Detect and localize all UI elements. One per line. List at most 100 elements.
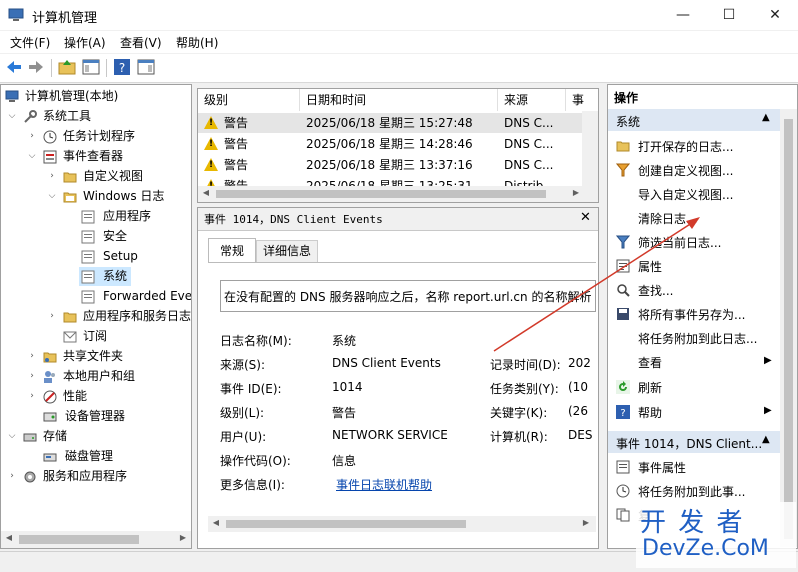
log-icon xyxy=(81,270,95,284)
collapse-up-icon[interactable]: ▲ xyxy=(762,112,770,123)
table-row[interactable]: 警告 2025/06/18 星期三 13:25:31 Distrib... xyxy=(198,176,582,186)
show-action-pane-icon[interactable] xyxy=(137,58,155,76)
action-create-custom-view[interactable]: 创建自定义视图... xyxy=(608,159,780,181)
help-icon: ? xyxy=(616,405,630,419)
menu-view[interactable]: 查看(V) xyxy=(120,34,162,51)
users-icon xyxy=(44,371,55,383)
scroll-thumb[interactable] xyxy=(784,119,793,539)
computer-icon xyxy=(5,90,19,102)
back-arrow-icon[interactable] xyxy=(5,58,23,76)
menu-action[interactable]: 操作(A) xyxy=(64,34,106,51)
chevron-right-icon[interactable]: › xyxy=(27,387,37,406)
source-label: 来源(S): xyxy=(220,358,266,372)
scroll-right-icon[interactable]: ▶ xyxy=(570,188,582,197)
action-refresh[interactable]: 刷新 xyxy=(608,376,780,398)
chevron-right-icon[interactable]: › xyxy=(47,307,57,326)
scroll-thumb[interactable] xyxy=(216,190,546,198)
menu-file[interactable]: 文件(F) xyxy=(10,34,50,51)
submenu-arrow-icon: ▶ xyxy=(764,405,772,416)
chevron-down-icon[interactable]: ⌵ xyxy=(7,427,17,446)
collapse-up-icon[interactable]: ▲ xyxy=(762,434,770,445)
help-icon[interactable]: ? xyxy=(113,58,131,76)
log-icon xyxy=(81,230,95,244)
scroll-thumb[interactable] xyxy=(19,535,139,544)
scroll-left-icon[interactable]: ◀ xyxy=(3,533,15,542)
maximize-button[interactable]: ☐ xyxy=(706,0,752,30)
chevron-down-icon[interactable]: ⌵ xyxy=(47,187,57,206)
tree-system-tools[interactable]: ⌵ 系统工具 xyxy=(7,107,187,126)
warning-icon xyxy=(204,158,218,171)
log-name-label: 日志名称(M): xyxy=(220,334,292,348)
table-row[interactable]: 警告 2025/06/18 星期三 13:37:16 DNS C... xyxy=(198,155,582,175)
annotation-arrow xyxy=(493,217,700,352)
tree-system-log[interactable]: 系统 xyxy=(79,267,131,286)
column-header-datetime[interactable]: 日期和时间 xyxy=(300,89,498,111)
action-attach-task-to-event[interactable]: 将任务附加到此事... xyxy=(608,480,780,502)
action-help[interactable]: ? 帮助 ▶ xyxy=(608,401,780,423)
menu-help[interactable]: 帮助(H) xyxy=(176,34,218,51)
event-id-value: 1014 xyxy=(332,380,363,394)
log-icon xyxy=(81,250,95,264)
scroll-thumb[interactable] xyxy=(226,520,466,528)
column-header-level[interactable]: 级别 xyxy=(198,89,300,111)
refresh-icon xyxy=(616,380,630,394)
column-header-source[interactable]: 来源 xyxy=(498,89,566,111)
tools-icon xyxy=(24,110,37,123)
chevron-right-icon[interactable]: › xyxy=(27,367,37,386)
watermark: 开 发 者 DevZe.CoM xyxy=(636,502,796,568)
close-button[interactable]: ✕ xyxy=(752,0,798,30)
level-label: 级别(L): xyxy=(220,406,265,420)
tree-horizontal-scrollbar[interactable]: ◀ ▶ xyxy=(1,531,191,548)
scroll-right-icon[interactable]: ▶ xyxy=(177,533,189,542)
tab-details[interactable]: 详细信息 xyxy=(256,240,318,262)
clock-icon xyxy=(43,130,57,144)
detail-horizontal-scrollbar[interactable]: ◀ ▶ xyxy=(208,516,596,532)
table-row[interactable]: 警告 2025/06/18 星期三 15:27:48 DNS C... xyxy=(198,113,582,133)
storage-icon xyxy=(23,433,37,442)
warning-icon xyxy=(204,179,218,186)
minimize-button[interactable]: — xyxy=(660,0,706,30)
chevron-down-icon[interactable]: ⌵ xyxy=(27,147,37,166)
actions-vertical-scrollbar[interactable] xyxy=(780,109,797,547)
action-open-saved-log[interactable]: 打开保存的日志... xyxy=(608,135,780,157)
events-vertical-scrollbar[interactable] xyxy=(582,111,598,186)
actions-section-event[interactable]: 事件 1014，DNS Client... ▲ xyxy=(608,431,780,453)
watermark-line1: 开 发 者 xyxy=(640,508,745,538)
chevron-right-icon[interactable]: › xyxy=(27,127,37,146)
disk-icon xyxy=(43,453,57,462)
table-row[interactable]: 警告 2025/06/18 星期三 14:28:46 DNS C... xyxy=(198,134,582,154)
column-header-event-id[interactable]: 事 xyxy=(566,89,598,111)
events-horizontal-scrollbar[interactable]: ◀ ▶ xyxy=(198,186,598,202)
opcode-value: 信息 xyxy=(332,454,357,468)
up-folder-icon[interactable] xyxy=(58,58,76,76)
submenu-arrow-icon: ▶ xyxy=(764,355,772,366)
services-icon xyxy=(24,471,36,483)
scroll-right-icon[interactable]: ▶ xyxy=(580,518,592,527)
task-icon xyxy=(616,484,630,498)
performance-icon xyxy=(43,390,57,404)
chevron-right-icon[interactable]: › xyxy=(47,167,57,186)
forward-arrow-icon[interactable] xyxy=(27,58,45,76)
tab-general[interactable]: 常规 xyxy=(208,238,256,263)
action-import-custom-view[interactable]: 导入自定义视图... xyxy=(608,183,780,205)
chevron-down-icon[interactable]: ⌵ xyxy=(7,107,17,126)
log-icon xyxy=(81,210,95,224)
warning-icon xyxy=(204,116,218,129)
action-event-properties[interactable]: 事件属性 xyxy=(608,456,780,478)
device-manager-icon xyxy=(43,412,57,422)
copy-icon xyxy=(616,508,630,522)
event-log-online-help-link[interactable]: 事件日志联机帮助 xyxy=(336,476,432,493)
show-hide-tree-icon[interactable] xyxy=(82,58,100,76)
chevron-right-icon[interactable]: › xyxy=(27,347,37,366)
task-category-label: 任务类别(Y): xyxy=(490,382,559,396)
scroll-left-icon[interactable]: ◀ xyxy=(210,518,222,527)
chevron-right-icon[interactable]: › xyxy=(7,467,17,486)
actions-section-system[interactable]: 系统 ▲ xyxy=(608,109,780,131)
events-table: 级别 日期和时间 来源 事 警告 2025/06/18 星期三 15:27:48… xyxy=(197,88,599,203)
event-id-label: 事件 ID(E): xyxy=(220,382,282,396)
folder-icon xyxy=(63,312,77,323)
more-info-label: 更多信息(I): xyxy=(220,478,285,492)
warning-icon xyxy=(204,137,218,150)
menu-bar: 文件(F) 操作(A) 查看(V) 帮助(H) xyxy=(0,31,798,53)
scroll-left-icon[interactable]: ◀ xyxy=(200,188,212,197)
